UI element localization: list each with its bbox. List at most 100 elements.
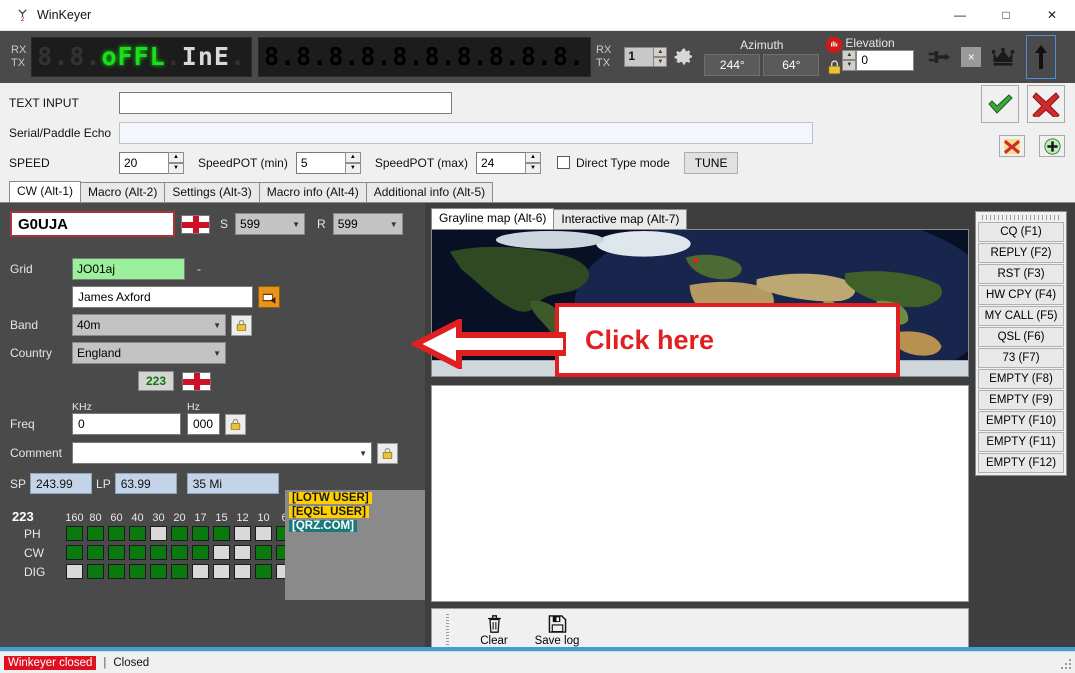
band-status-cell[interactable]	[108, 545, 125, 560]
lookup-icon[interactable]	[258, 286, 280, 308]
speedpot-min-input[interactable]: 5	[295, 151, 346, 174]
band-lock-icon[interactable]	[231, 314, 252, 336]
band-status-cell[interactable]	[192, 564, 209, 579]
band-status-cell[interactable]	[108, 564, 125, 579]
port-number-input[interactable]: 1	[624, 47, 655, 67]
tab-macro-info[interactable]: Macro info (Alt-4)	[258, 182, 367, 202]
speed-spin-up[interactable]: ▲	[168, 151, 184, 163]
port-spin-down[interactable]: ▼	[653, 57, 668, 67]
speed-stepper[interactable]: 20 ▲ ▼	[119, 151, 184, 174]
speed-spin-down[interactable]: ▼	[168, 162, 184, 174]
tab-macro[interactable]: Macro (Alt-2)	[80, 182, 166, 202]
minimize-button[interactable]: —	[937, 0, 983, 31]
band-status-cell[interactable]	[87, 526, 104, 541]
close-button[interactable]: ✕	[1029, 0, 1075, 31]
gear-icon[interactable]	[674, 47, 694, 67]
speedpot-max-spin-down[interactable]: ▼	[524, 162, 541, 174]
function-key-button[interactable]: EMPTY (F12)	[978, 453, 1064, 473]
band-status-cell[interactable]	[213, 526, 230, 541]
text-input-field[interactable]	[119, 91, 452, 114]
band-status-cell[interactable]	[108, 526, 125, 541]
qrz-com-link[interactable]: [QRZ.COM]	[289, 520, 357, 532]
close-small-icon[interactable]: ×	[961, 47, 982, 67]
country-select[interactable]: England ▼	[72, 342, 226, 364]
hz-input[interactable]: 000	[187, 413, 220, 435]
tab-grayline-map[interactable]: Grayline map (Alt-6)	[431, 208, 555, 229]
resize-grip-icon[interactable]	[1060, 658, 1072, 670]
band-status-cell[interactable]	[87, 564, 104, 579]
elevation-spin-buttons[interactable]: ▲ ▼	[842, 49, 857, 71]
tune-button[interactable]: TUNE	[683, 151, 739, 174]
band-status-cell[interactable]	[171, 564, 188, 579]
port-spin-buttons[interactable]: ▲ ▼	[653, 47, 668, 67]
function-key-button[interactable]: HW CPY (F4)	[978, 285, 1064, 305]
band-status-cell[interactable]	[129, 545, 146, 560]
band-status-cell[interactable]	[234, 545, 251, 560]
grid-input[interactable]: JO01aj	[72, 258, 185, 280]
band-status-cell[interactable]	[234, 564, 251, 579]
elevation-spin-down[interactable]: ▼	[842, 60, 857, 71]
freq-lock-icon[interactable]	[225, 414, 246, 435]
band-status-cell[interactable]	[171, 526, 188, 541]
function-key-button[interactable]: EMPTY (F9)	[978, 390, 1064, 410]
stop-hand-icon[interactable]	[825, 36, 843, 57]
green-plus-icon[interactable]	[1039, 135, 1065, 157]
speed-spin-buttons[interactable]: ▲ ▼	[168, 151, 184, 174]
function-key-button[interactable]: EMPTY (F10)	[978, 411, 1064, 431]
speed-input[interactable]: 20	[119, 151, 169, 174]
tab-interactive-map[interactable]: Interactive map (Alt-7)	[553, 209, 688, 229]
band-status-cell[interactable]	[213, 564, 230, 579]
port-stepper[interactable]: 1 ▲ ▼	[624, 47, 668, 67]
band-status-cell[interactable]	[192, 526, 209, 541]
callsign-input[interactable]: G0UJA	[10, 211, 175, 237]
sent-rst-select[interactable]: 599 ▼	[235, 213, 306, 235]
speedpot-max-stepper[interactable]: 24 ▲ ▼	[475, 151, 541, 174]
green-check-icon[interactable]	[981, 85, 1019, 123]
band-status-cell[interactable]	[150, 564, 167, 579]
direct-type-checkbox[interactable]	[556, 156, 570, 169]
plug-icon[interactable]	[926, 44, 952, 70]
arrow-up-icon[interactable]	[1026, 35, 1057, 79]
band-status-cell[interactable]	[66, 545, 83, 560]
speedpot-min-spin-buttons[interactable]: ▲ ▼	[344, 151, 361, 174]
speedpot-max-spin-up[interactable]: ▲	[524, 151, 541, 163]
function-key-button[interactable]: EMPTY (F8)	[978, 369, 1064, 389]
band-status-cell[interactable]	[150, 545, 167, 560]
received-rst-select[interactable]: 599 ▼	[332, 213, 403, 235]
speedpot-min-stepper[interactable]: 5 ▲ ▼	[295, 151, 361, 174]
band-status-cell[interactable]	[129, 564, 146, 579]
band-status-cell[interactable]	[255, 526, 272, 541]
crown-icon[interactable]	[990, 44, 1016, 70]
save-log-button[interactable]: Save log	[531, 614, 583, 647]
band-status-cell[interactable]	[66, 564, 83, 579]
elevation-spin-up[interactable]: ▲	[842, 49, 857, 60]
comment-input[interactable]: ▼	[72, 442, 372, 464]
band-status-cell[interactable]	[192, 545, 209, 560]
speedpot-max-spin-buttons[interactable]: ▲ ▼	[524, 151, 541, 174]
tab-additional-info[interactable]: Additional info (Alt-5)	[365, 182, 494, 202]
tab-settings[interactable]: Settings (Alt-3)	[164, 182, 260, 202]
band-status-cell[interactable]	[66, 526, 83, 541]
lock-icon[interactable]	[826, 59, 843, 79]
band-status-cell[interactable]	[213, 545, 230, 560]
tab-cw[interactable]: CW (Alt-1)	[9, 181, 81, 202]
log-text-area[interactable]	[431, 385, 969, 602]
band-status-cell[interactable]	[129, 526, 146, 541]
function-key-button[interactable]: RST (F3)	[978, 264, 1064, 284]
band-status-cell[interactable]	[255, 545, 272, 560]
band-status-cell[interactable]	[255, 564, 272, 579]
red-x-small-icon[interactable]	[999, 135, 1025, 157]
comment-lock-icon[interactable]	[377, 442, 398, 464]
function-key-button[interactable]: EMPTY (F11)	[978, 432, 1064, 452]
function-key-button[interactable]: QSL (F6)	[978, 327, 1064, 347]
khz-input[interactable]: 0	[72, 413, 181, 435]
operator-name-input[interactable]: James Axford	[72, 286, 253, 308]
function-key-button[interactable]: MY CALL (F5)	[978, 306, 1064, 326]
function-key-button[interactable]: REPLY (F2)	[978, 243, 1064, 263]
maximize-button[interactable]: □	[983, 0, 1029, 31]
band-status-cell[interactable]	[171, 545, 188, 560]
port-spin-up[interactable]: ▲	[653, 47, 668, 57]
speedpot-min-spin-up[interactable]: ▲	[344, 151, 361, 163]
toolbar-grip[interactable]	[446, 614, 449, 647]
elevation-input[interactable]: 0	[856, 49, 915, 71]
